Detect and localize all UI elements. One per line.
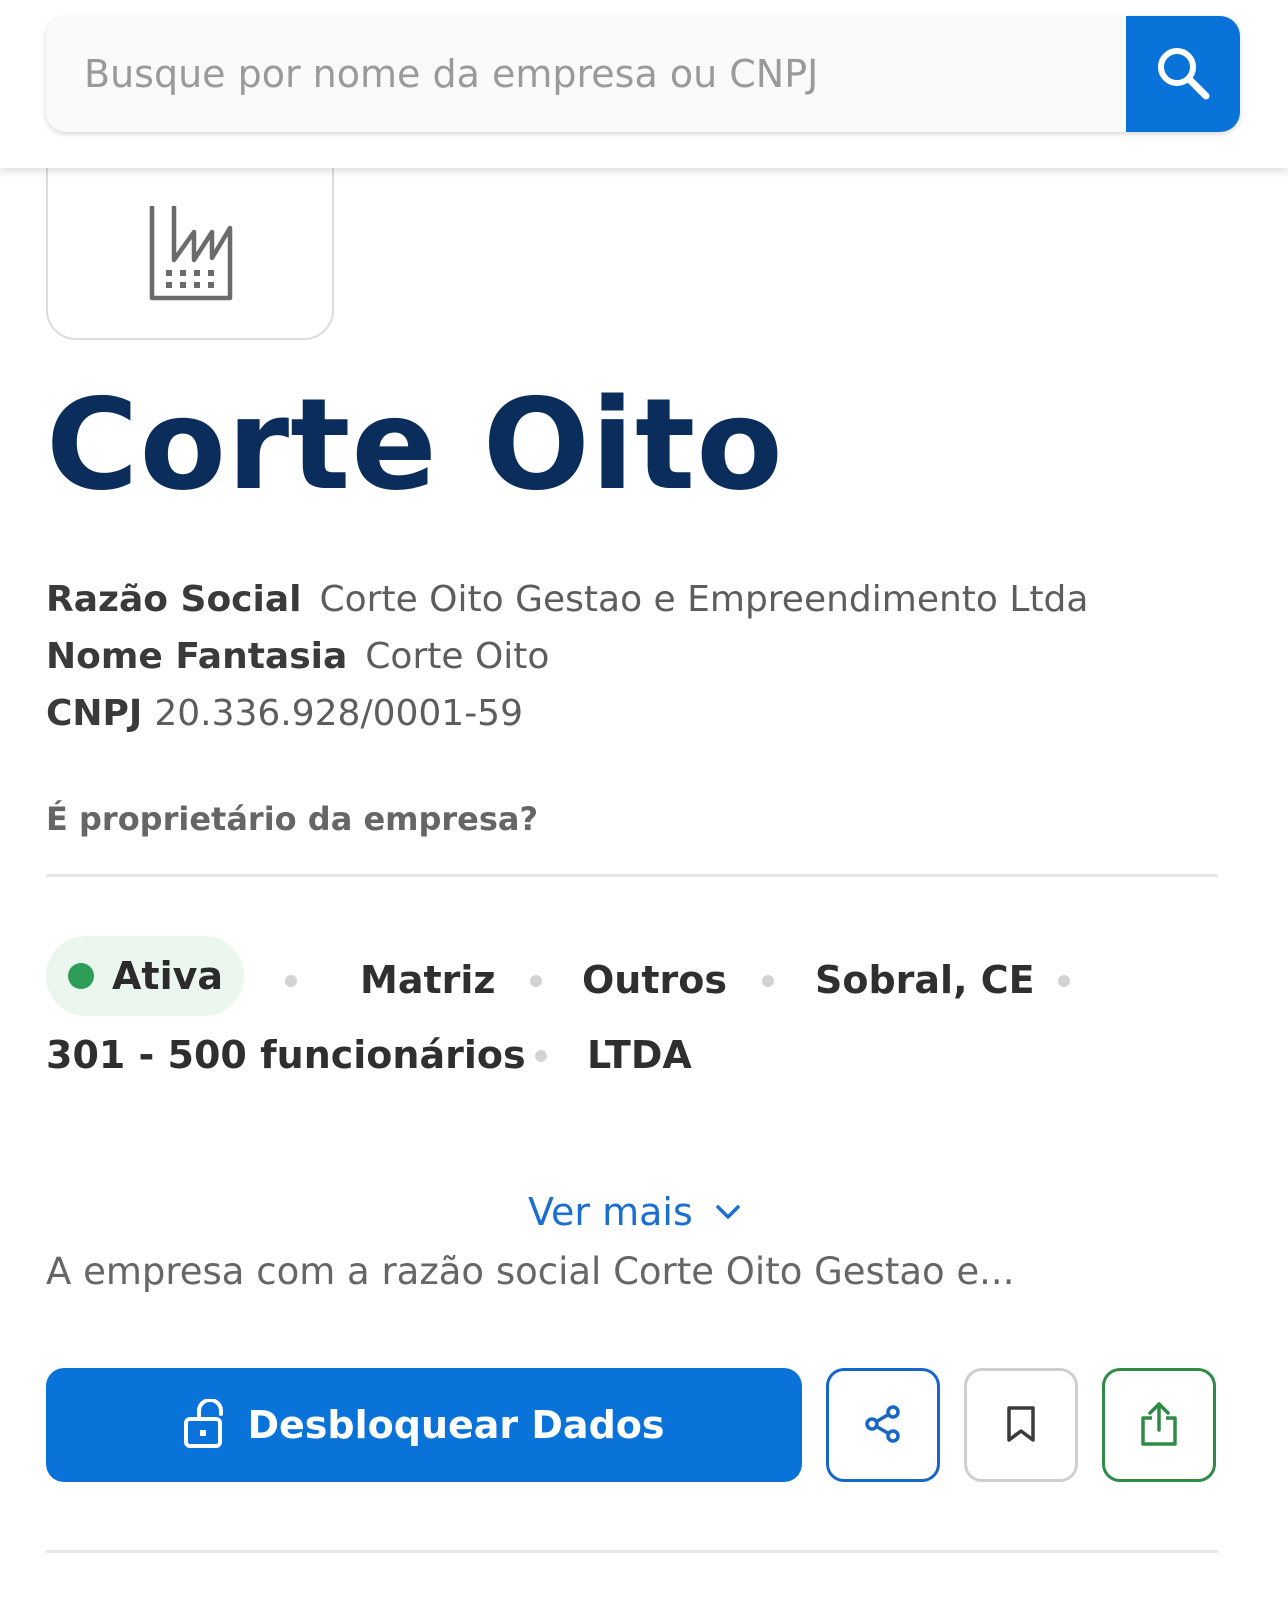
ver-mais-label: Ver mais <box>528 1190 693 1234</box>
divider <box>46 1550 1218 1553</box>
cnpj-value: 20.336.928/0001-59 <box>154 693 523 734</box>
header <box>0 0 1288 168</box>
search-input[interactable] <box>46 16 1126 132</box>
cnpj-row: CNPJ 20.336.928/0001-59 <box>46 688 523 740</box>
factory-icon <box>148 162 234 308</box>
status-dot <box>68 963 94 989</box>
divider <box>46 874 1218 877</box>
tag-type: Matriz <box>360 958 496 1002</box>
bookmark-icon <box>1004 1404 1038 1447</box>
razao-social-label: Razão Social <box>46 579 302 620</box>
share-icon <box>863 1404 903 1447</box>
unlock-data-label: Desbloquear Dados <box>247 1403 665 1447</box>
unlock-data-button[interactable]: Desbloquear Dados <box>46 1368 802 1482</box>
tag-legal-form: LTDA <box>587 1033 692 1077</box>
export-button[interactable] <box>1102 1368 1216 1482</box>
status-text: Ativa <box>112 954 224 998</box>
status-badge: Ativa <box>46 936 244 1016</box>
tag-separator <box>1058 975 1070 987</box>
search-icon <box>1152 42 1214 107</box>
razao-social-value: Corte Oito Gestao e Empreendimento Ltda <box>319 579 1089 620</box>
razao-social-row: Razão Social Corte Oito Gestao e Empreend… <box>46 574 1088 626</box>
tag-employees: 301 - 500 funcionários <box>46 1033 526 1077</box>
tag-separator <box>762 975 774 987</box>
ver-mais-link[interactable]: Ver mais <box>528 1190 741 1234</box>
search-button[interactable] <box>1126 16 1240 132</box>
nome-fantasia-row: Nome Fantasia Corte Oito <box>46 631 549 683</box>
share-button[interactable] <box>826 1368 940 1482</box>
company-title: Corte Oito <box>46 371 784 518</box>
search-bar <box>46 16 1240 132</box>
chevron-down-icon <box>716 1205 740 1219</box>
owner-question-link[interactable]: É proprietário da empresa? <box>46 800 538 838</box>
nome-fantasia-label: Nome Fantasia <box>46 636 348 677</box>
bookmark-button[interactable] <box>964 1368 1078 1482</box>
cnpj-label: CNPJ <box>46 693 143 734</box>
nome-fantasia-value: Corte Oito <box>365 636 550 677</box>
company-page: Corte Oito Razão Social Corte Oito Gestao… <box>0 0 1288 1600</box>
export-icon <box>1139 1400 1179 1451</box>
tag-separator <box>285 975 297 987</box>
tag-separator <box>530 975 542 987</box>
tag-separator <box>535 1050 547 1062</box>
unlock-icon <box>183 1397 227 1452</box>
tag-category: Outros <box>582 958 727 1002</box>
tag-location: Sobral, CE <box>815 958 1035 1002</box>
company-description: A empresa com a razão social Corte Oito … <box>46 1250 1015 1293</box>
